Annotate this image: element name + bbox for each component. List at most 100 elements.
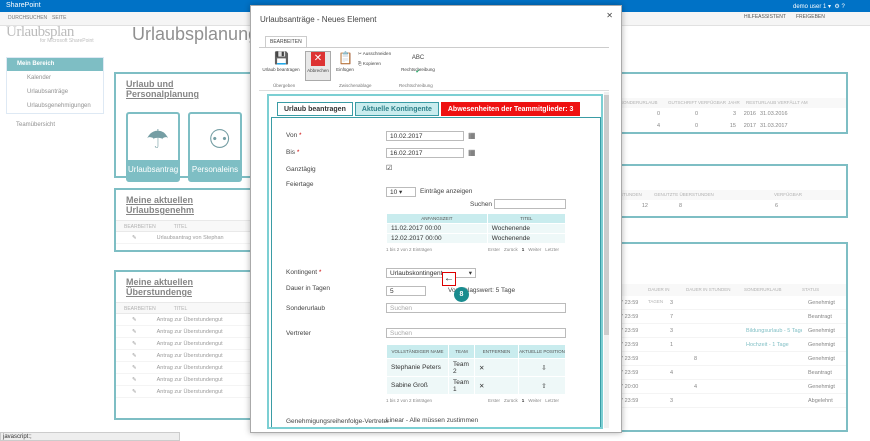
paste-icon: 📋	[338, 51, 353, 65]
table-row: Sabine Groß Team 1 ✕ ⇧	[386, 376, 566, 395]
kontingent-value: Urlaubskontingent	[390, 270, 443, 277]
table-row: Stephanie Peters Team 2 ✕ ⇩	[386, 358, 566, 377]
col-name[interactable]: VOLLSTÄNDIGER NAME	[386, 344, 449, 359]
col-team[interactable]: TEAM	[448, 344, 475, 359]
dauer-label: Dauer in Tagen	[286, 285, 330, 292]
pager-first[interactable]: Erster	[488, 247, 500, 252]
save-label: Urlaub beantragen	[262, 67, 300, 72]
spelling-button[interactable]: ABC ✔ Rechtschreibung	[399, 51, 437, 75]
col-remove[interactable]: ENTFERNEN	[474, 344, 519, 359]
cell: Team 2	[448, 358, 475, 377]
copy-button[interactable]: ⎘ Kopieren	[358, 61, 381, 66]
apply-suggestion-button[interactable]: ←	[442, 272, 456, 286]
dialog-ribbon: 💾 Urlaub beantragen ✕ Abbrechen 📋 Einfügen …	[259, 47, 609, 91]
tab-absences[interactable]: Abwesenheiten der Teammitglieder: 3	[440, 102, 581, 116]
save-button[interactable]: 💾 Urlaub beantragen	[261, 51, 301, 72]
cancel-label: Abbrechen	[307, 68, 329, 73]
cell: 11.02.2017 00:00	[386, 223, 488, 234]
feiertage-label: Feiertage	[286, 181, 314, 188]
genehm-label: Genehmigungsreihenfolge-Vertreter	[286, 418, 390, 425]
chevron-down-icon: ▾	[468, 270, 472, 277]
pager-last[interactable]: Letzter	[545, 398, 559, 403]
ganztaegig-checkbox[interactable]: ☑	[386, 165, 394, 173]
holiday-pager: Erster Zurück 1 Weiter Letzter	[484, 247, 559, 252]
bis-label-text: Bis	[286, 149, 296, 156]
step-badge: 8	[454, 287, 469, 302]
dialog-title: Urlaubsanträge - Neues Element	[260, 15, 377, 24]
kontingent-select[interactable]: Urlaubskontingent ▾	[386, 268, 476, 278]
arrow-down-icon[interactable]: ⇩	[518, 358, 566, 377]
cut-button[interactable]: ✂ Ausschneiden	[358, 51, 391, 57]
group-spelling: Rechtschreibung	[399, 83, 433, 88]
von-input[interactable]: 10.02.2017	[386, 131, 464, 141]
required-marker: *	[296, 149, 300, 156]
tab-edit[interactable]: BEARBEITEN	[265, 36, 307, 47]
remove-icon[interactable]: ✕	[474, 376, 519, 395]
dialog-scrollbar[interactable]	[604, 92, 609, 428]
gear-icon[interactable]: ⚙	[834, 4, 839, 10]
cancel-button[interactable]: ✕ Abbrechen	[305, 51, 331, 81]
von-label-text: Von	[286, 132, 298, 139]
tab-quotas[interactable]: Aktuelle Kontingente	[354, 102, 439, 116]
calendar-icon[interactable]: ▦	[468, 148, 476, 158]
help-assistant-link[interactable]: HILFEASSISTENT	[744, 14, 786, 20]
user-menu[interactable]: demo user 1 ▾ ⚙ ?	[793, 3, 845, 10]
copy-icon: ⎘	[358, 61, 362, 66]
close-icon[interactable]: ✕	[606, 11, 613, 20]
group-commit: Übergeben	[273, 83, 296, 88]
pager-page[interactable]: 1	[522, 398, 525, 403]
col-start[interactable]: ANFANGSZEIT	[386, 213, 488, 224]
browse-tab[interactable]: DURCHSUCHEN	[8, 15, 47, 21]
cell: Team 1	[448, 376, 475, 395]
col-position[interactable]: AKTUELLE POSITION	[518, 344, 566, 359]
remove-icon[interactable]: ✕	[474, 358, 519, 377]
tab-request[interactable]: Urlaub beantragen	[277, 102, 353, 116]
substitute-table: VOLLSTÄNDIGER NAME TEAM ENTFERNEN AKTUELLE …	[386, 344, 566, 395]
substitute-pager: Erster Zurück 1 Weiter Letzter	[484, 398, 559, 403]
group-clipboard: Zwischenablage	[339, 83, 372, 88]
suite-title[interactable]: SharePoint	[6, 2, 41, 9]
kontingent-label: Kontingent *	[286, 269, 321, 276]
table-row: 12.02.2017 00:00 Wochenende	[386, 233, 567, 244]
pager-last[interactable]: Letzter	[545, 247, 559, 252]
pager-back[interactable]: Zurück	[504, 247, 518, 252]
sonder-label: Sonderurlaub	[286, 305, 326, 312]
dauer-input[interactable]: 5	[386, 286, 426, 296]
pager-back[interactable]: Zurück	[504, 398, 518, 403]
holiday-search-input[interactable]	[494, 199, 566, 209]
new-item-dialog: Urlaubsanträge - Neues Element ✕ BEARBEI…	[250, 5, 622, 433]
substitute-search-input[interactable]: Suchen	[386, 328, 566, 338]
bis-input[interactable]: 16.02.2017	[386, 148, 464, 158]
scrollbar-thumb[interactable]	[604, 95, 609, 335]
required-marker: *	[299, 132, 302, 139]
vertreter-label: Vertreter	[286, 330, 311, 337]
genehm-value: Linear - Alle müssen zustimmen	[386, 417, 479, 424]
arrow-left-icon: ←	[444, 273, 454, 284]
holiday-pager-info: 1 bis 2 von 2 Einträgen	[386, 247, 433, 252]
cell: Sabine Groß	[386, 376, 449, 395]
cell: Wochenende	[486, 223, 567, 234]
help-icon[interactable]: ?	[841, 4, 844, 10]
von-label: Von *	[286, 132, 302, 139]
save-icon: 💾	[274, 51, 289, 65]
cell: 12.02.2017 00:00	[386, 233, 488, 244]
share-link[interactable]: FREIGEBEN	[796, 14, 825, 20]
cell: Wochenende	[486, 233, 567, 244]
special-leave-input[interactable]: Suchen	[386, 303, 566, 313]
paste-button[interactable]: 📋 Einfügen	[335, 51, 355, 72]
spelling-label: Rechtschreibung	[401, 67, 435, 72]
search-label: Suchen	[470, 201, 493, 208]
pager-page[interactable]: 1	[522, 247, 525, 252]
entries-select[interactable]: 10 ▾	[386, 187, 416, 197]
arrow-up-icon[interactable]: ⇧	[518, 376, 566, 395]
request-form: Urlaub beantragen Aktuelle Kontingente A…	[267, 94, 603, 429]
calendar-icon[interactable]: ▦	[468, 131, 476, 141]
col-title[interactable]: TITEL	[486, 213, 567, 224]
pager-first[interactable]: Erster	[488, 398, 500, 403]
form-tabs: Urlaub beantragen Aktuelle Kontingente A…	[277, 102, 581, 116]
pager-next[interactable]: Weiter	[528, 247, 541, 252]
page-tab[interactable]: SEITE	[52, 15, 66, 21]
top-actions: HILFEASSISTENT FREIGEBEN	[744, 14, 825, 20]
bis-label: Bis *	[286, 149, 299, 156]
pager-next[interactable]: Weiter	[528, 398, 541, 403]
